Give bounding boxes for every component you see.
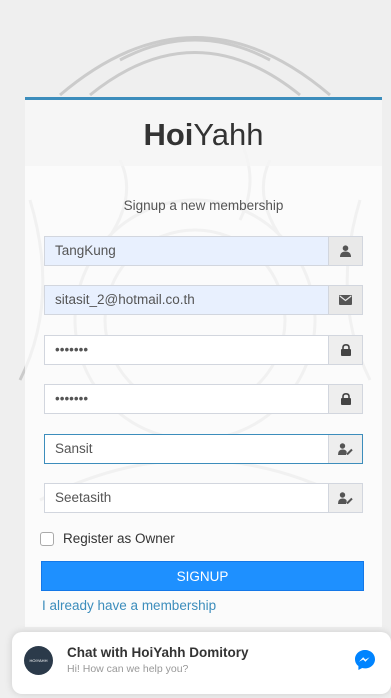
username-value[interactable]: TangKung [45,237,328,265]
username-field[interactable]: TangKung [44,236,363,266]
last-name-value[interactable]: Seetasith [45,484,328,512]
chat-widget[interactable]: HOIYAHH Chat with HoiYahh Domitory Hi! H… [12,632,391,694]
user-icon [328,237,362,265]
signup-button[interactable]: SIGNUP [41,561,364,591]
register-owner-label[interactable]: Register as Owner [63,531,175,546]
messenger-icon[interactable] [354,649,376,671]
app-logo: HoiYahh [143,117,264,152]
first-name-value[interactable]: Sansit [45,435,328,463]
logo-area: HoiYahh [25,100,382,166]
chat-avatar: HOIYAHH [24,646,53,675]
chat-subtitle: Hi! How can we help you? [67,663,189,675]
confirm-password-field[interactable]: ••••••• [44,384,363,414]
signup-card: HoiYahh Signup a new membership TangKung… [25,97,382,627]
user-edit-icon [328,435,362,463]
already-member-link[interactable]: I already have a membership [42,598,216,613]
email-value[interactable]: sitasit_2@hotmail.co.th [45,286,328,314]
lock-icon [328,336,362,364]
last-name-field[interactable]: Seetasith [44,483,363,513]
signup-subtitle: Signup a new membership [123,198,284,213]
lock-icon [328,385,362,413]
chat-title[interactable]: Chat with HoiYahh Domitory [67,645,249,660]
register-owner-checkbox[interactable] [40,531,54,546]
password-value[interactable]: ••••••• [45,336,328,364]
password-field[interactable]: ••••••• [44,335,363,365]
first-name-field[interactable]: Sansit [44,434,363,464]
email-field[interactable]: sitasit_2@hotmail.co.th [44,285,363,315]
confirm-password-value[interactable]: ••••••• [45,385,328,413]
register-owner-row[interactable]: Register as Owner [40,531,175,546]
user-edit-icon [328,484,362,512]
envelope-icon [328,286,362,314]
